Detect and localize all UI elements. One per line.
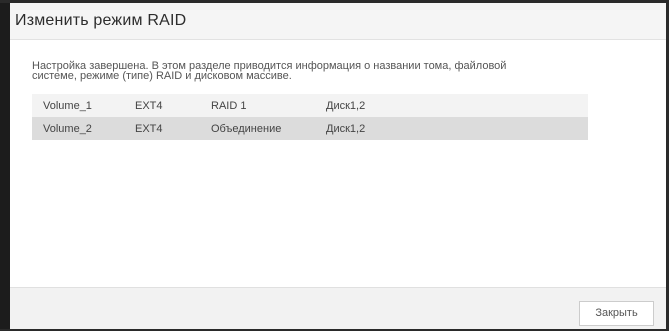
filesystem-cell: EXT4: [135, 122, 163, 135]
volume-name-cell: Volume_1: [43, 99, 92, 112]
dialog-description: Настройка завершена. В этом разделе прив…: [32, 61, 657, 82]
volume-table: Volume_1 EXT4 RAID 1 Диск1,2 Volume_2 EX…: [32, 94, 588, 140]
volume-name-cell: Volume_2: [43, 122, 92, 135]
dialog-footer: Закрыть: [10, 287, 666, 330]
close-button[interactable]: Закрыть: [579, 301, 654, 326]
window-frame: Изменить режим RAID Настройка завершена.…: [0, 0, 669, 331]
dialog-title-bar: Изменить режим RAID: [10, 3, 666, 40]
filesystem-cell: EXT4: [135, 99, 163, 112]
change-raid-mode-dialog: Изменить режим RAID Настройка завершена.…: [10, 3, 666, 330]
window-border-top: [0, 0, 669, 3]
raid-mode-cell: RAID 1: [211, 99, 247, 112]
raid-mode-cell: Объединение: [211, 122, 282, 135]
table-row: Volume_1 EXT4 RAID 1 Диск1,2: [32, 94, 588, 117]
disks-cell: Диск1,2: [326, 99, 366, 112]
dialog-title: Изменить режим RAID: [15, 12, 187, 29]
table-row: Volume_2 EXT4 Объединение Диск1,2: [32, 117, 588, 140]
window-border-left: [0, 0, 10, 331]
disks-cell: Диск1,2: [326, 122, 366, 135]
description-line-2: системе, режиме (типе) RAID и дисковом м…: [32, 70, 292, 82]
